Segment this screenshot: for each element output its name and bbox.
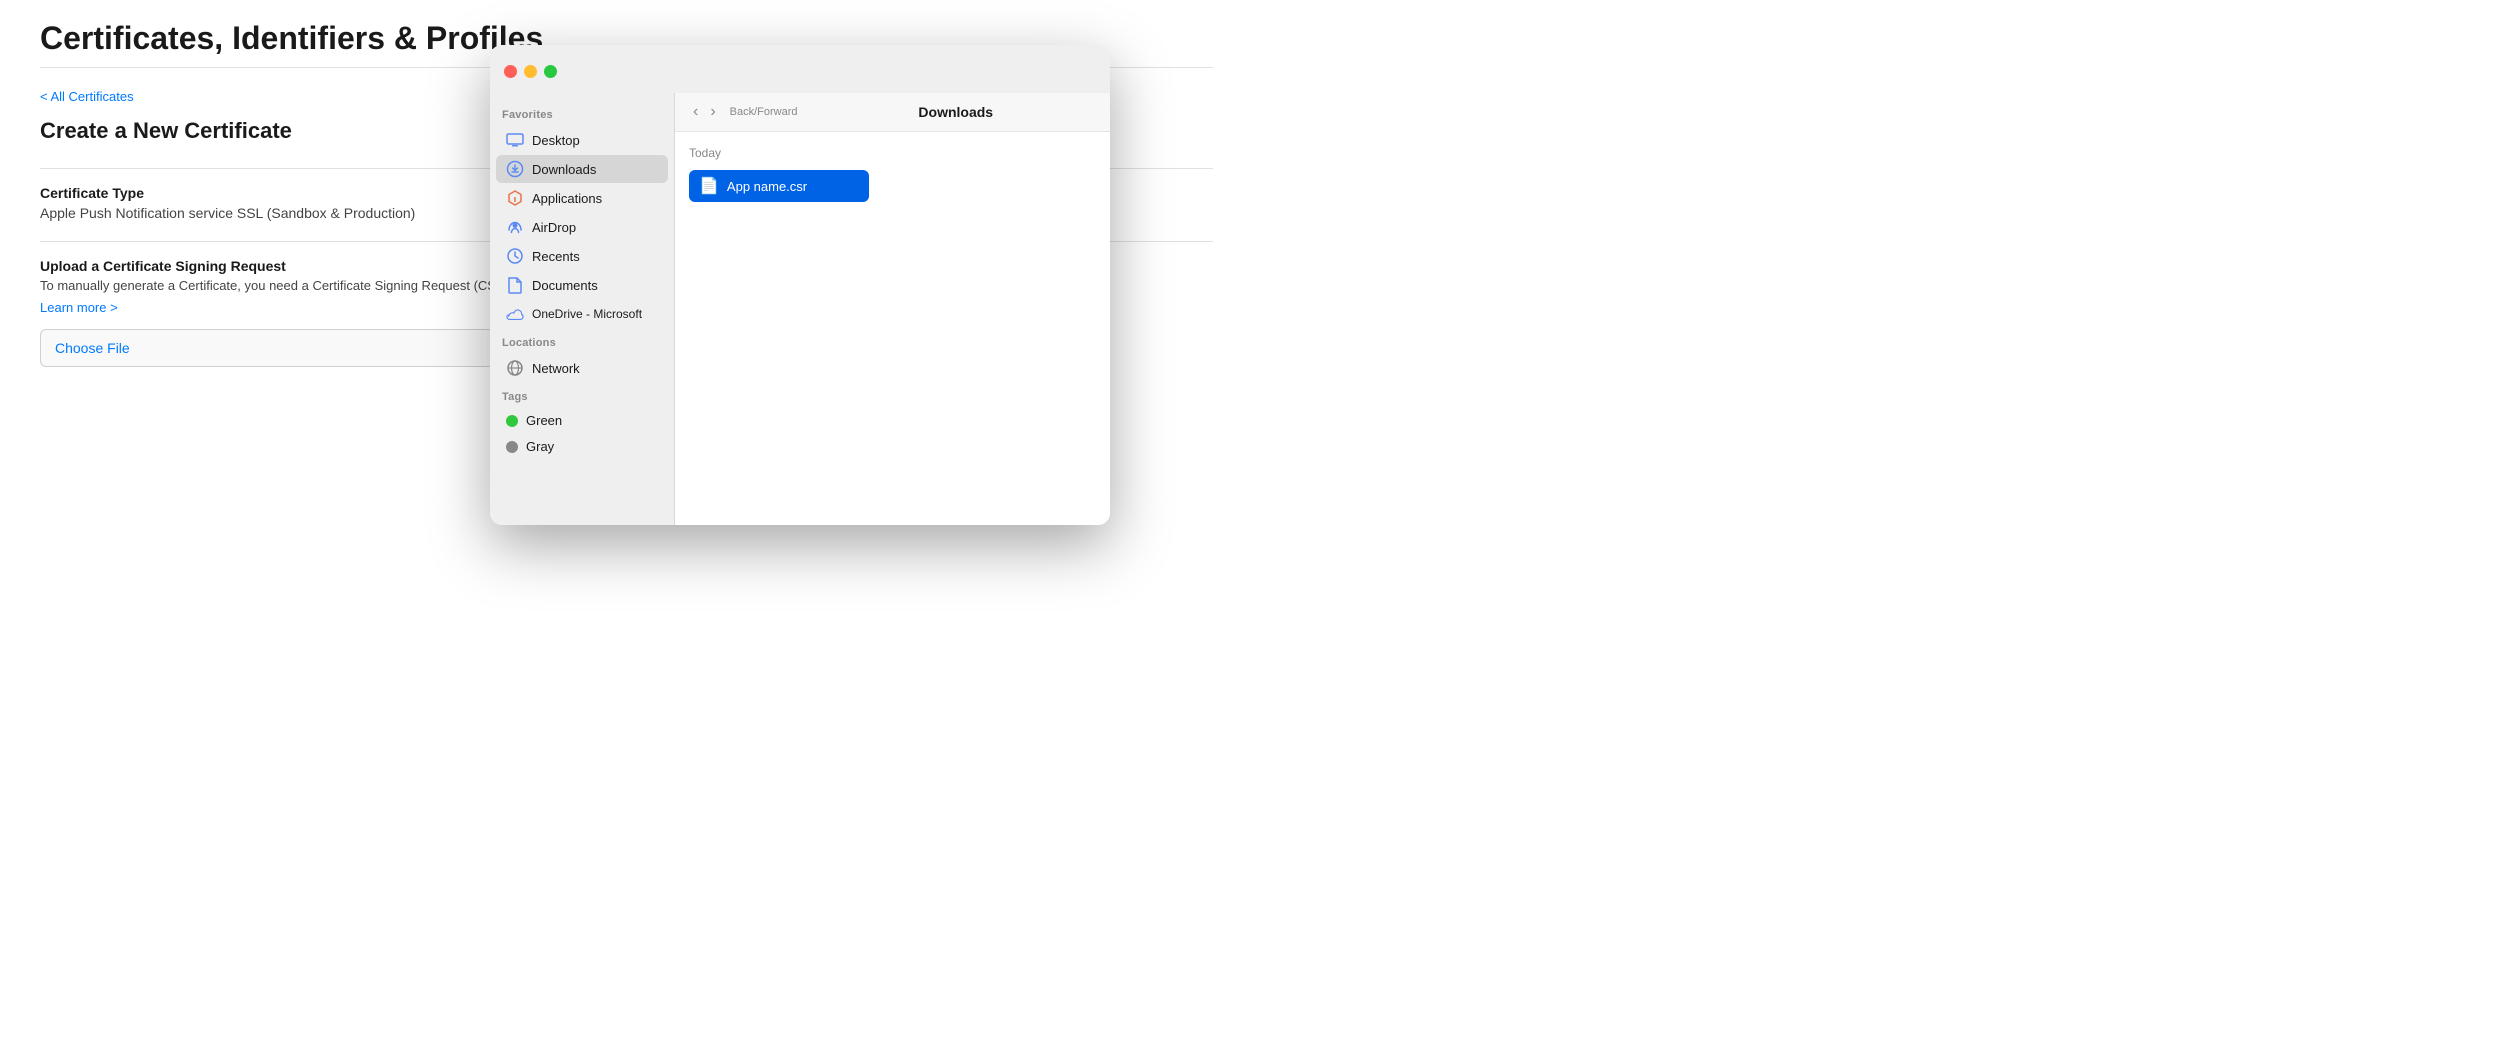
finder-window: Favorites Desktop (490, 45, 1110, 525)
maximize-button[interactable] (544, 65, 557, 78)
downloads-icon (506, 160, 524, 178)
finder-sidebar: Favorites Desktop (490, 93, 675, 525)
recents-icon (506, 247, 524, 265)
sidebar-item-desktop[interactable]: Desktop (496, 126, 668, 154)
nav-buttons: ‹ › (689, 101, 720, 123)
network-icon (506, 359, 524, 377)
sidebar-label-gray: Gray (526, 439, 554, 454)
desktop-icon (506, 131, 524, 149)
minimize-button[interactable] (524, 65, 537, 78)
sidebar-label-onedrive: OneDrive - Microsoft (532, 307, 642, 321)
back-link[interactable]: < All Certificates (40, 89, 134, 104)
sidebar-label-recents: Recents (532, 249, 580, 264)
favorites-label: Favorites (490, 101, 674, 125)
finder-body: Favorites Desktop (490, 93, 1110, 525)
gray-tag-dot (506, 441, 518, 453)
sidebar-item-applications[interactable]: Applications (496, 184, 668, 212)
learn-more-link[interactable]: Learn more > (40, 300, 118, 315)
green-tag-dot (506, 415, 518, 427)
sidebar-label-desktop: Desktop (532, 133, 580, 148)
back-forward-label: Back/Forward (730, 106, 798, 118)
choose-file-button[interactable]: Choose File (40, 329, 530, 367)
file-item-csr[interactable]: 📄 App name.csr (689, 170, 869, 202)
sidebar-item-documents[interactable]: Documents (496, 271, 668, 299)
sidebar-item-airdrop[interactable]: AirDrop (496, 213, 668, 241)
close-button[interactable] (504, 65, 517, 78)
finder-title: Downloads (816, 104, 1096, 120)
onedrive-icon (506, 305, 524, 323)
finder-main: ‹ › Back/Forward Downloads Today 📄 App n… (675, 93, 1110, 525)
sidebar-item-network[interactable]: Network (496, 354, 668, 382)
forward-button[interactable]: › (706, 101, 719, 123)
documents-icon (506, 276, 524, 294)
tags-label: Tags (490, 383, 674, 407)
sidebar-label-green: Green (526, 413, 562, 428)
sidebar-label-airdrop: AirDrop (532, 220, 576, 235)
sidebar-label-applications: Applications (532, 191, 602, 206)
back-button[interactable]: ‹ (689, 101, 702, 123)
traffic-lights (504, 65, 557, 78)
csr-file-icon: 📄 (699, 176, 719, 196)
sidebar-label-downloads: Downloads (532, 162, 596, 177)
sidebar-item-downloads[interactable]: Downloads (496, 155, 668, 183)
applications-icon (506, 189, 524, 207)
sidebar-item-onedrive[interactable]: OneDrive - Microsoft (496, 300, 668, 328)
finder-main-header: ‹ › Back/Forward Downloads (675, 93, 1110, 132)
sidebar-item-tag-gray[interactable]: Gray (496, 434, 668, 459)
locations-label: Locations (490, 329, 674, 353)
finder-content: Today 📄 App name.csr (675, 132, 1110, 525)
csr-file-name: App name.csr (727, 179, 807, 194)
sidebar-item-recents[interactable]: Recents (496, 242, 668, 270)
airdrop-icon (506, 218, 524, 236)
sidebar-label-network: Network (532, 361, 580, 376)
finder-toolbar (490, 45, 1110, 93)
sidebar-label-documents: Documents (532, 278, 598, 293)
today-label: Today (689, 146, 1096, 160)
sidebar-item-tag-green[interactable]: Green (496, 408, 668, 433)
